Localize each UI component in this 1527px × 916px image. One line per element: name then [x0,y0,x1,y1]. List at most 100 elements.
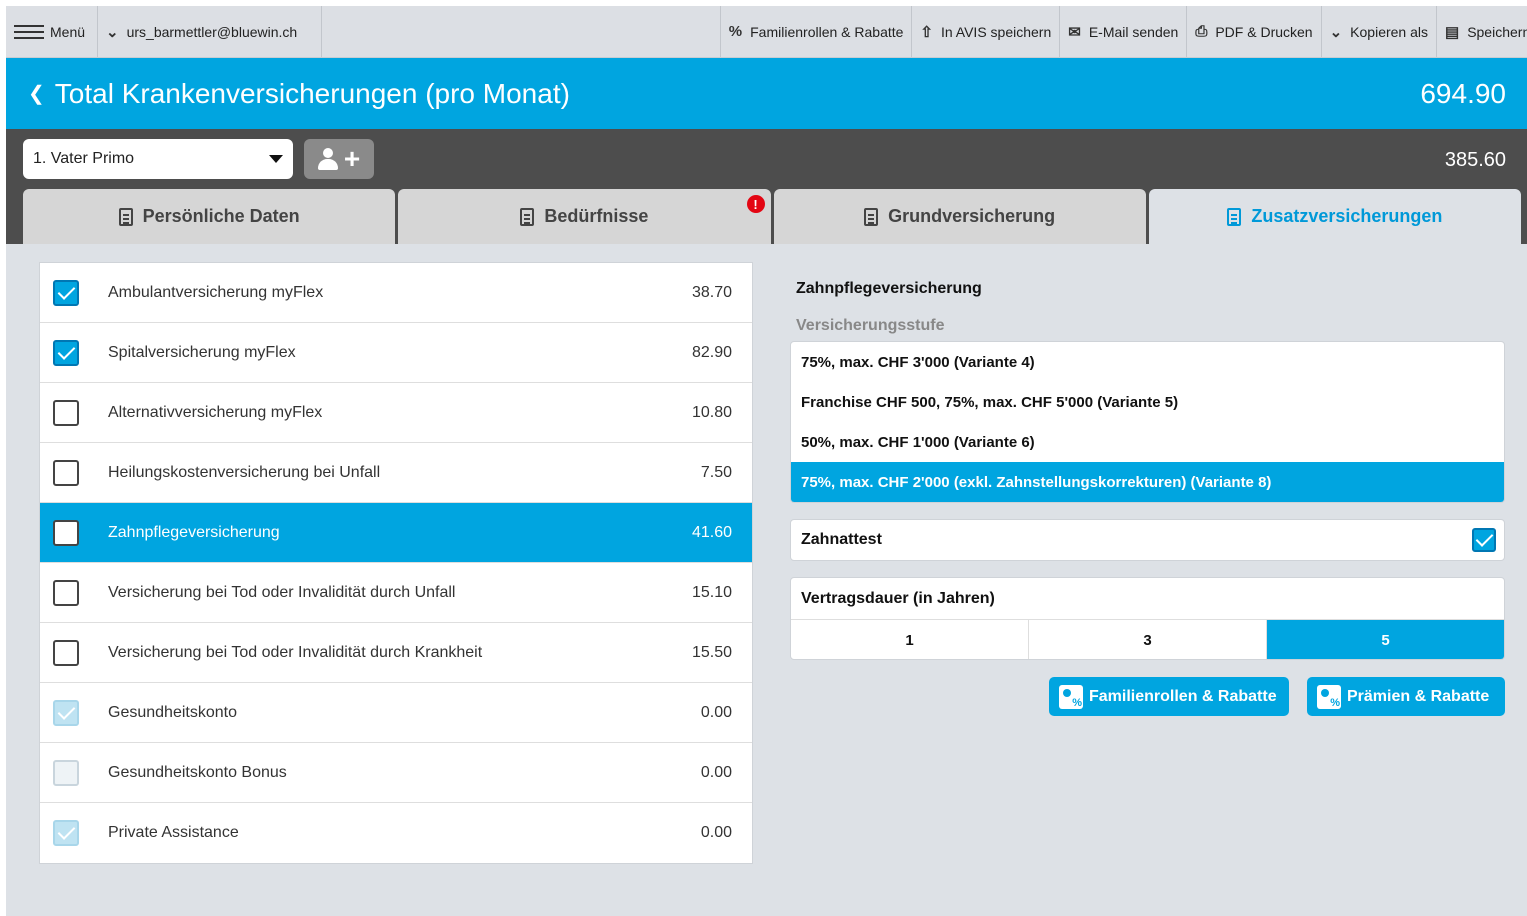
chevron-down-icon: ❮ [28,83,45,105]
person-amount: 385.60 [1444,149,1506,171]
add-person-button[interactable]: + [304,139,374,179]
document-icon [1227,207,1242,226]
total-header[interactable]: ❮ Total Krankenversicherungen (pro Monat… [6,58,1527,129]
checkbox[interactable] [53,519,79,546]
person-select[interactable]: 1. Vater Primo [23,139,293,179]
insurance-amount: 82.90 [691,343,732,361]
insurance-row[interactable]: Spitalversicherung myFlex 82.90 [40,323,752,383]
insurance-amount: 38.70 [691,283,732,301]
discount-icon [1059,684,1083,709]
insurance-amount: 41.60 [691,523,732,541]
dental-attest-field[interactable]: Zahnattest [790,519,1505,561]
menu-button[interactable]: Menü [6,6,98,57]
level-label: Versicherungsstufe [796,317,945,334]
content-area: Ambulantversicherung myFlex 38.70 Spital… [6,244,1527,916]
duration-option-selected[interactable]: 5 [1267,620,1504,659]
tab-label: Persönliche Daten [142,206,300,226]
insurance-amount: 15.10 [691,583,732,601]
checkbox[interactable] [53,459,79,486]
checkbox-disabled [53,820,79,846]
envelope-icon: ✉ [1068,23,1081,41]
insurance-label: Alternativversicherung myFlex [108,403,323,421]
attest-checkbox[interactable] [1472,528,1496,552]
tab-label: Zusatzversicherungen [1251,206,1443,226]
tab-needs[interactable]: Bedürfnisse ! [398,189,771,244]
insurance-row[interactable]: Gesundheitskonto 0.00 [40,683,752,743]
toolbar-action-label: In AVIS speichern [941,23,1052,40]
percent-icon: % [728,23,743,40]
insurance-amount: 15.50 [691,643,732,661]
insurance-list: Ambulantversicherung myFlex 38.70 Spital… [39,262,753,864]
insurance-row[interactable]: Versicherung bei Tod oder Invalidität du… [40,623,752,683]
button-label: Familienrollen & Rabatte [1089,687,1277,705]
person-bar: 1. Vater Primo + 385.60 Persönliche Date… [6,129,1527,244]
document-icon [864,207,879,226]
tab-label: Grundversicherung [888,206,1056,226]
toolbar-action-label: PDF & Drucken [1215,23,1313,40]
checkbox[interactable] [53,639,79,666]
insurance-row[interactable]: Gesundheitskonto Bonus 0.00 [40,743,752,803]
duration-option[interactable]: 3 [1029,620,1267,659]
checkbox[interactable] [53,339,79,366]
insurance-row[interactable]: Alternativversicherung myFlex 10.80 [40,383,752,443]
tab-supplementary-insurance[interactable]: Zusatzversicherungen [1148,189,1521,244]
level-option[interactable]: 75%, max. CHF 3'000 (Variante 4) [791,342,1504,382]
checkbox[interactable] [53,279,79,306]
duration-segmented-control: 1 3 5 [791,620,1504,659]
chevron-down-icon: ⌄ [106,23,119,41]
insurance-amount: 0.00 [700,824,732,841]
upload-icon: ⇧ [920,23,933,41]
checkbox[interactable] [53,399,79,426]
tab-bar: Persönliche Daten Bedürfnisse ! Grundver… [23,189,1521,244]
checkbox[interactable] [53,579,79,606]
insurance-row[interactable]: Ambulantversicherung myFlex 38.70 [40,263,752,323]
insurance-label: Heilungskostenversicherung bei Unfall [108,463,381,481]
duration-option[interactable]: 1 [791,620,1029,659]
insurance-amount: 0.00 [700,763,732,781]
save-button[interactable]: ▤ Speichern [1437,6,1527,57]
family-roles-button[interactable]: Familienrollen & Rabatte [1049,677,1289,716]
copy-as-button[interactable]: ⌄ Kopieren als [1322,6,1437,57]
tab-personal-data[interactable]: Persönliche Daten [23,189,396,244]
document-icon [118,207,133,226]
tab-basic-insurance[interactable]: Grundversicherung [773,189,1146,244]
printer-icon: ⎙ [1195,23,1208,40]
insurance-label: Versicherung bei Tod oder Invalidität du… [108,583,456,601]
level-options: 75%, max. CHF 3'000 (Variante 4) Franchi… [790,341,1505,503]
toolbar-action-label: E-Mail senden [1088,23,1179,40]
level-option-selected[interactable]: 75%, max. CHF 2'000 (exkl. Zahnstellungs… [791,462,1504,502]
duration-label: Vertragsdauer (in Jahren) [791,578,1504,620]
insurance-label: Gesundheitskonto Bonus [108,763,287,781]
level-option[interactable]: Franchise CHF 500, 75%, max. CHF 5'000 (… [791,382,1504,422]
insurance-label: Ambulantversicherung myFlex [108,283,324,301]
insurance-row[interactable]: Private Assistance 0.00 [40,803,752,863]
pdf-print-button[interactable]: ⎙ PDF & Drucken [1187,6,1322,57]
premiums-discounts-button[interactable]: Prämien & Rabatte [1307,677,1505,716]
total-title: ❮ Total Krankenversicherungen (pro Monat… [28,78,570,110]
detail-title: Zahnpflegeversicherung [796,280,982,297]
discount-icon [1317,684,1341,709]
insurance-row[interactable]: Heilungskostenversicherung bei Unfall 7.… [40,443,752,503]
toolbar-spacer [322,6,721,57]
save-in-avis-button[interactable]: ⇧ In AVIS speichern [912,6,1061,57]
send-email-button[interactable]: ✉ E-Mail senden [1060,6,1188,57]
contract-duration: Vertragsdauer (in Jahren) 1 3 5 [790,577,1505,660]
attest-label: Zahnattest [801,531,882,548]
level-option[interactable]: 50%, max. CHF 1'000 (Variante 6) [791,422,1504,462]
toolbar-action-label: Familienrollen & Rabatte [750,23,904,40]
insurance-label: Spitalversicherung myFlex [108,343,296,361]
family-roles-discounts-button[interactable]: % Familienrollen & Rabatte [721,6,913,57]
insurance-amount: 10.80 [691,403,732,421]
floppy-icon: ▤ [1445,23,1460,41]
total-amount: 694.90 [1420,77,1506,109]
toolbar: Menü ⌄ urs_barmettler@bluewin.ch % Famil… [6,6,1527,58]
toolbar-action-label: Kopieren als [1350,23,1428,40]
insurance-row-selected[interactable]: Zahnpflegeversicherung 41.60 [40,503,752,563]
hamburger-icon [14,24,44,39]
checkbox-disabled [53,759,79,786]
user-account-dropdown[interactable]: ⌄ urs_barmettler@bluewin.ch [98,6,322,57]
person-select-value: 1. Vater Primo [33,150,135,167]
insurance-row[interactable]: Versicherung bei Tod oder Invalidität du… [40,563,752,623]
chevron-down-icon: ⌄ [1329,23,1343,41]
toolbar-action-label: Speichern [1467,23,1527,40]
